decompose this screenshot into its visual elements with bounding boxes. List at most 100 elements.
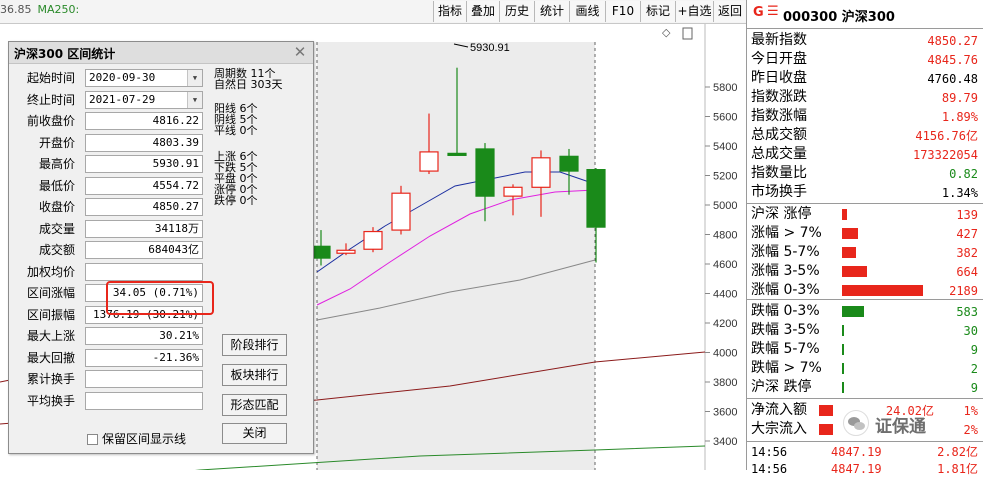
sector-rank-button[interactable]: 板块排行 xyxy=(222,364,287,386)
tick-price: 4847.19 xyxy=(831,445,882,459)
g-marker: G xyxy=(753,5,764,20)
field-value-text: 4554.72 xyxy=(152,178,199,192)
flow-bar xyxy=(819,424,833,435)
down-stat-bar xyxy=(842,306,864,317)
mark-button[interactable]: 标记 xyxy=(640,1,675,22)
field-label: 最高价 xyxy=(38,157,75,171)
chevron-down-icon[interactable]: ▼ xyxy=(187,91,202,108)
divider xyxy=(747,441,983,442)
up-stat-value: 2189 xyxy=(949,284,978,298)
quote-label: 指数量比 xyxy=(751,165,807,181)
y-tick-label: 5600 xyxy=(713,112,737,124)
divider xyxy=(747,28,983,29)
candle-body xyxy=(336,249,356,254)
down-stat-bar xyxy=(842,344,844,355)
quote-value: 4760.48 xyxy=(927,72,978,86)
flow-bar xyxy=(819,405,833,416)
up-stat-row: 涨幅 0-3% 2189 xyxy=(747,281,983,300)
field-value-text: -21.36% xyxy=(152,350,199,364)
field-label: 成交量 xyxy=(38,221,75,236)
watermark-text: 证保通 xyxy=(875,417,926,437)
down-stat-bar xyxy=(842,363,844,374)
quote-value: 89.79 xyxy=(941,91,978,105)
up-stat-label: 涨幅 5-7% xyxy=(751,244,820,260)
chart-toolbar: 36.85 MA250: 指标 叠加 历史 统计 画线 F10 标记 +自选 返回 xyxy=(0,0,746,24)
down-stat-row: 跌幅 5-7% 9 xyxy=(747,340,983,359)
diamond-icon[interactable]: ◇ xyxy=(662,26,671,39)
keep-range-line-checkbox[interactable] xyxy=(87,434,98,445)
indicator-button[interactable]: 指标 xyxy=(433,1,466,22)
ma-legend: 36.85 MA250: xyxy=(0,0,79,20)
tick-time: 14:56 xyxy=(751,445,788,459)
y-tick-label: 4000 xyxy=(713,348,737,360)
up-stat-bar xyxy=(842,285,923,296)
candle-body xyxy=(391,192,411,231)
down-stat-label: 跌幅 0-3% xyxy=(751,303,820,319)
quote-label: 指数涨跌 xyxy=(751,89,807,105)
dialog-title: 沪深300 区间统计 xyxy=(14,47,116,61)
down-stat-value: 9 xyxy=(970,343,978,357)
overlay-button[interactable]: 叠加 xyxy=(466,1,499,22)
field-label: 累计换手 xyxy=(26,372,75,386)
stage-rank-button[interactable]: 阶段排行 xyxy=(222,334,287,356)
field-value-text: 30.21% xyxy=(159,329,199,342)
chevron-down-icon[interactable]: ▼ xyxy=(187,70,202,86)
field-label: 前收盘价 xyxy=(26,114,75,128)
up-stat-value: 427 xyxy=(956,227,978,241)
field-label: 成交额 xyxy=(38,243,75,257)
panel-header: G ☰ 000300 沪深300 xyxy=(747,4,983,25)
up-stat-bar xyxy=(842,228,858,239)
limit-down-count: 跌停 0个 xyxy=(214,194,258,207)
back-button[interactable]: 返回 xyxy=(713,1,746,22)
field-label: 区间振幅 xyxy=(26,307,75,322)
field-value xyxy=(85,391,203,410)
scroll-icon[interactable] xyxy=(682,27,693,40)
quote-row: 指数涨幅 1.89% xyxy=(747,107,983,126)
menu-icon[interactable]: ☰ xyxy=(767,4,779,19)
down-stat-value: 9 xyxy=(970,381,978,395)
draw-line-button[interactable]: 画线 xyxy=(569,1,605,22)
add-watchlist-button[interactable]: +自选 xyxy=(675,1,713,22)
up-stat-bar xyxy=(842,209,848,220)
down-stat-label: 跌幅 5-7% xyxy=(751,341,820,357)
pattern-match-button[interactable]: 形态匹配 xyxy=(222,394,287,416)
up-stat-row: 沪深 涨停 139 xyxy=(747,205,983,224)
field-label: 加权均价 xyxy=(26,264,75,279)
up-stat-label: 涨幅 3-5% xyxy=(751,263,820,279)
field-label: 开盘价 xyxy=(38,135,75,150)
field-value: 4803.39 xyxy=(85,133,203,152)
close-icon[interactable]: ✕ xyxy=(291,43,309,61)
date-combobox[interactable]: 2020-09-30 ▼ xyxy=(85,69,203,87)
field-value: 684043亿 xyxy=(85,241,203,259)
candle-body xyxy=(503,186,523,197)
candle xyxy=(391,185,411,235)
selected-range xyxy=(317,42,595,470)
field-label: 最大上涨 xyxy=(26,329,75,343)
y-tick-label: 4800 xyxy=(713,230,737,242)
tick-row: 14:56 4847.19 2.82亿 xyxy=(747,444,983,461)
quote-row: 总成交量 173322054 xyxy=(747,145,983,164)
candle-body xyxy=(559,155,579,172)
flow-label: 大宗流入 xyxy=(751,421,807,437)
range-stats-dialog: 沪深300 区间统计 ✕ 起始时间 2020-09-30 ▼ 终止时间 2021-07-… xyxy=(8,41,314,454)
field-value: -21.36% xyxy=(85,348,203,367)
y-tick-label: 3600 xyxy=(713,407,737,419)
dialog-titlebar[interactable]: 沪深300 区间统计 ✕ xyxy=(9,42,313,64)
up-stat-label: 沪深 涨停 xyxy=(751,206,812,222)
highlight-annotation xyxy=(106,281,214,315)
y-tick-label: 4600 xyxy=(713,259,737,271)
quote-label: 指数涨幅 xyxy=(751,108,807,124)
history-button[interactable]: 历史 xyxy=(499,1,534,22)
down-stat-value: 583 xyxy=(956,305,978,319)
ma250-label: MA250: xyxy=(37,3,80,16)
up-stat-row: 涨幅 5-7% 382 xyxy=(747,243,983,262)
quote-value: 1.34% xyxy=(941,186,978,200)
dialog-close-button[interactable]: 关闭 xyxy=(222,423,287,444)
down-stat-label: 跌幅 3-5% xyxy=(751,322,820,338)
field-value: 5930.91 xyxy=(85,155,203,173)
date-combobox[interactable]: 2021-07-29 ▼ xyxy=(85,90,203,109)
divider xyxy=(747,299,983,300)
statistics-button[interactable]: 统计 xyxy=(534,1,569,22)
f10-button[interactable]: F10 xyxy=(605,1,640,22)
wechat-icon xyxy=(843,410,869,436)
